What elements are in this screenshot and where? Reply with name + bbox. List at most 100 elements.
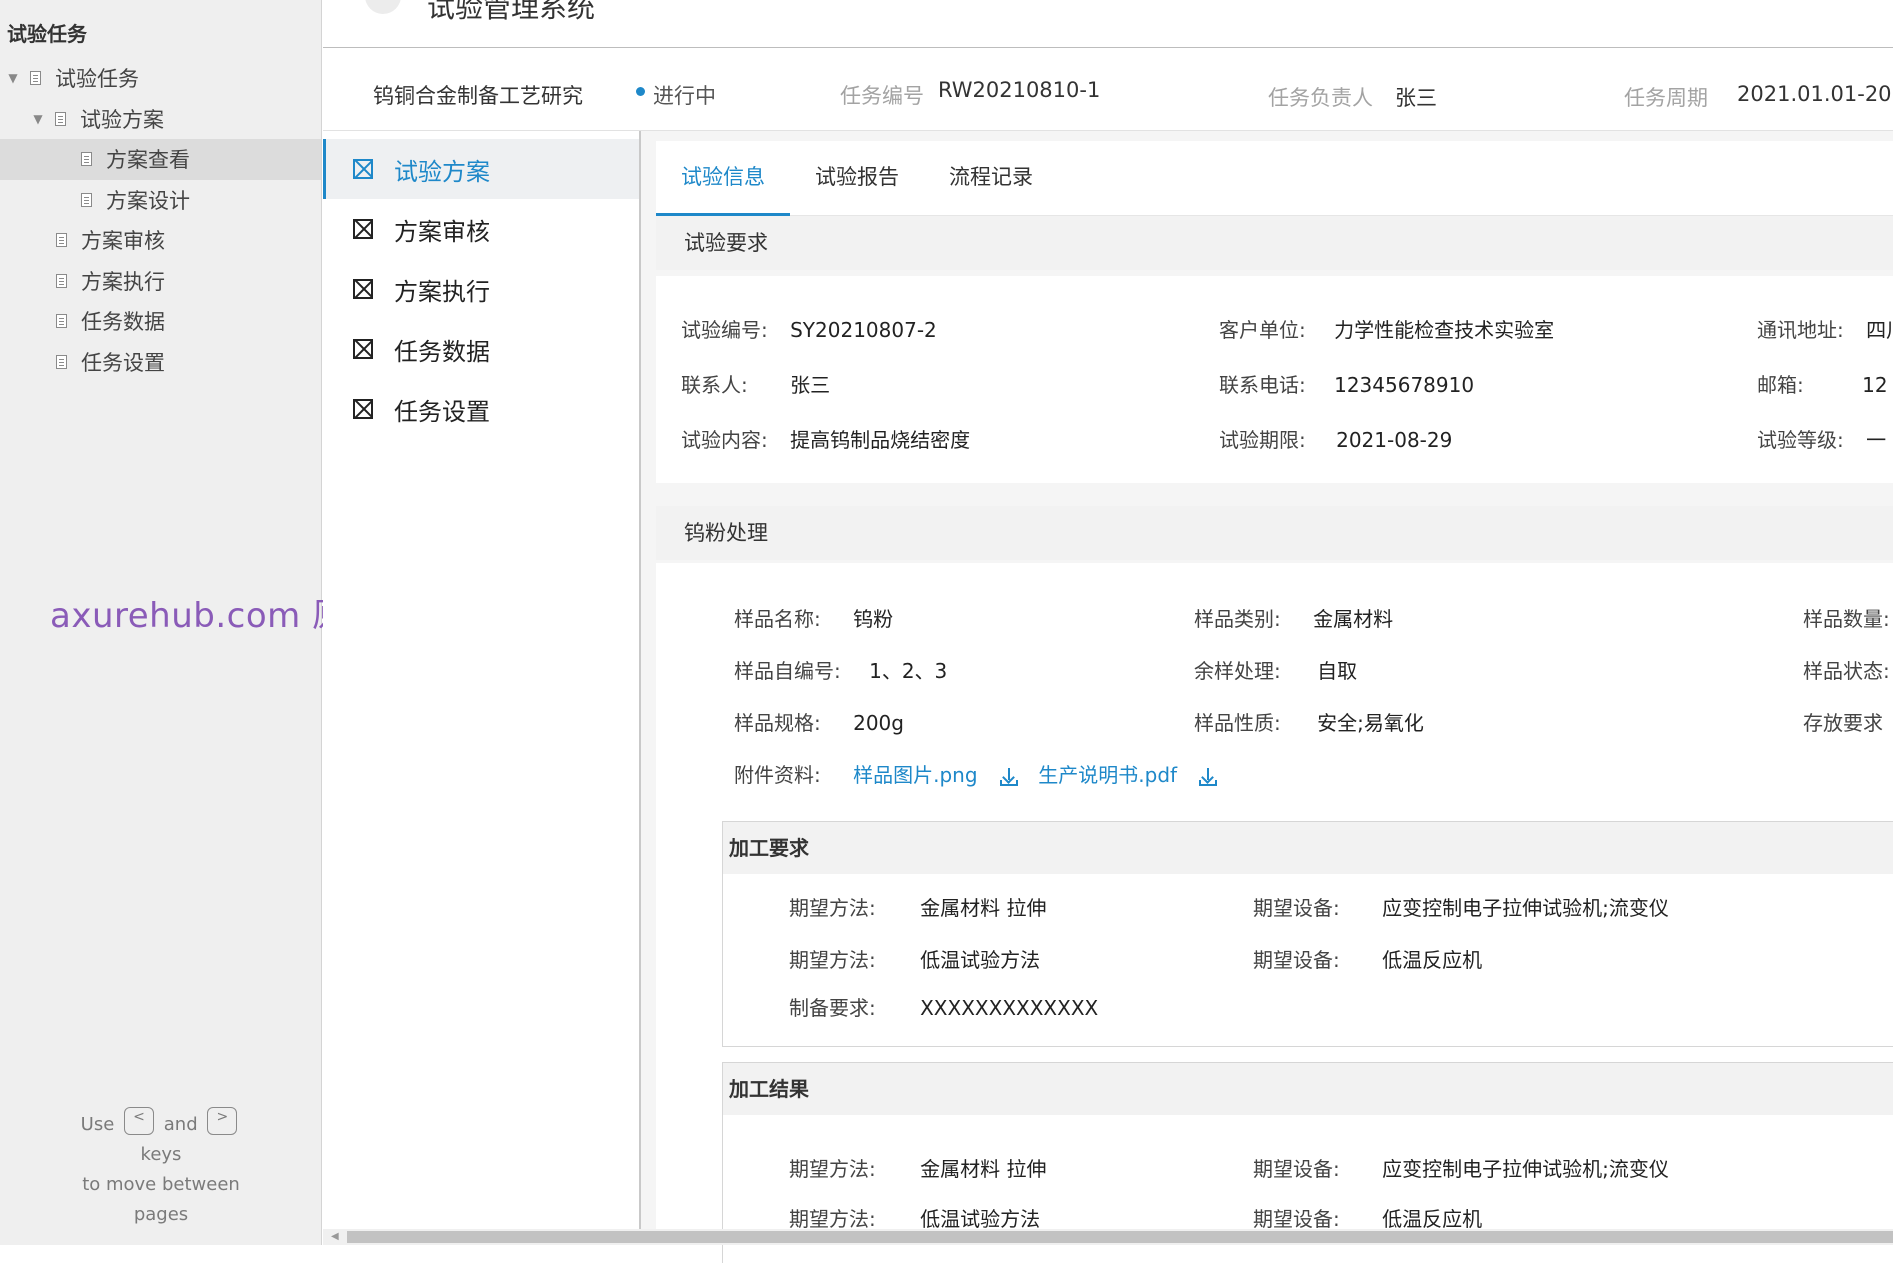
sitemap-item-label: 试验任务 xyxy=(55,67,139,92)
sitemap-item-label: 任务数据 xyxy=(81,310,165,335)
field-method: 期望方法: 低温试验方法 xyxy=(789,948,1041,972)
sitemap-item-label: 方案执行 xyxy=(81,269,165,294)
task-period: 2021.01.01-2021 xyxy=(1737,82,1893,106)
tab-process-log[interactable]: 流程记录 xyxy=(924,141,1058,213)
sitemap-tree: ▼ 试验任务 ▼ 试验方案 方案查看 方案设计 方案审核 方案执行 任务数据 任… xyxy=(0,58,321,382)
sitemap-item-label: 方案设计 xyxy=(106,188,190,213)
tab-bar: 试验信息 试验报告 流程记录 xyxy=(656,141,1893,216)
nav-item-label: 任务设置 xyxy=(394,397,490,426)
field-test-no: 试验编号: SY20210807-2 xyxy=(681,318,937,342)
download-icon[interactable] xyxy=(1199,767,1218,786)
field-grade: 试验等级: 一 xyxy=(1757,428,1887,452)
sitemap-item-plan-design[interactable]: 方案设计 xyxy=(0,180,321,221)
sitemap-item-label: 试验方案 xyxy=(80,107,164,132)
nav-item-review[interactable]: 方案审核 xyxy=(323,199,636,259)
nav-item-label: 任务数据 xyxy=(394,337,490,366)
nav-item-execute[interactable]: 方案执行 xyxy=(323,259,636,319)
sitemap-title: 试验任务 xyxy=(7,22,87,46)
field-remain: 余样处理: 自取 xyxy=(1194,659,1358,683)
field-nature: 样品性质: 安全;易氧化 xyxy=(1194,711,1424,735)
sitemap-item-task-data[interactable]: 任务数据 xyxy=(0,301,321,342)
placeholder-image-icon xyxy=(353,159,373,179)
field-attachments: 附件资料: 样品图片.png 生产说明书.pdf xyxy=(734,759,1218,788)
keyboard-hint: Use < and > keys to move between pages xyxy=(0,1107,322,1230)
field-method: 期望方法: 金属材料 拉伸 xyxy=(789,1157,1047,1181)
task-owner: 张三 xyxy=(1395,86,1437,110)
attachment-link-manual[interactable]: 生产说明书.pdf xyxy=(1038,763,1177,787)
field-device: 期望设备: 低温反应机 xyxy=(1253,1207,1483,1231)
page-icon xyxy=(56,314,67,329)
key-prev-icon: < xyxy=(124,1107,155,1135)
sitemap-item-label: 方案查看 xyxy=(106,148,190,173)
tab-test-info[interactable]: 试验信息 xyxy=(656,141,790,216)
placeholder-image-icon xyxy=(353,219,373,239)
sitemap-item-task[interactable]: ▼ 试验任务 xyxy=(0,58,321,99)
nav-item-label: 方案执行 xyxy=(394,277,490,306)
page-icon xyxy=(55,111,66,126)
page-icon xyxy=(56,354,67,369)
task-number: RW20210810-1 xyxy=(938,78,1101,102)
download-icon[interactable] xyxy=(999,767,1018,786)
caret-down-icon[interactable]: ▼ xyxy=(6,71,20,85)
tab-test-report[interactable]: 试验报告 xyxy=(790,141,924,213)
field-content: 试验内容: 提高钨制品烧结密度 xyxy=(681,428,971,452)
field-spec: 样品规格: 200g xyxy=(734,711,904,735)
field-email: 邮箱: 12 xyxy=(1757,373,1888,397)
field-sample-state: 样品状态: xyxy=(1803,659,1890,683)
attachment-link-image[interactable]: 样品图片.png xyxy=(853,763,977,787)
sitemap-item-plan[interactable]: ▼ 试验方案 xyxy=(0,99,321,140)
nav-item-plan[interactable]: 试验方案 xyxy=(323,139,639,199)
sitemap-item-plan-execute[interactable]: 方案执行 xyxy=(0,261,321,302)
field-method: 期望方法: 金属材料 拉伸 xyxy=(789,896,1047,920)
field-deadline: 试验期限: 2021-08-29 xyxy=(1219,428,1453,452)
sitemap-item-plan-review[interactable]: 方案审核 xyxy=(0,220,321,261)
sitemap-item-task-settings[interactable]: 任务设置 xyxy=(0,342,321,383)
key-next-icon: > xyxy=(207,1107,238,1135)
page-icon xyxy=(81,152,92,167)
scroll-left-icon[interactable]: ◀ xyxy=(331,1231,339,1242)
field-sample-name: 样品名称: 钨粉 xyxy=(734,607,894,631)
placeholder-image-icon xyxy=(353,399,373,419)
requirements-panel: 试验编号: SY20210807-2 客户单位: 力学性能检查技术实验室 通讯地… xyxy=(656,276,1893,483)
page-icon xyxy=(81,192,92,207)
field-contact: 联系人: 张三 xyxy=(681,373,831,397)
page-icon xyxy=(30,71,41,86)
nav-item-label: 试验方案 xyxy=(394,157,490,186)
task-name: 钨铜合金制备工艺研究 xyxy=(373,84,583,108)
logo-icon xyxy=(365,0,401,14)
task-number-label: 任务编号 xyxy=(840,84,924,108)
placeholder-image-icon xyxy=(353,339,373,359)
field-device: 期望设备: 应变控制电子拉伸试验机;流变仪 xyxy=(1253,896,1669,920)
processing-requirements-box: 加工要求 期望方法: 金属材料 拉伸 期望设备: 应变控制电子拉伸试验机;流变仪… xyxy=(722,821,1893,1047)
horizontal-scrollbar[interactable]: ◀ xyxy=(323,1229,1893,1245)
caret-down-icon[interactable]: ▼ xyxy=(31,112,45,126)
page-icon xyxy=(56,273,67,288)
task-owner-label: 任务负责人 xyxy=(1268,86,1373,110)
nav-item-settings[interactable]: 任务设置 xyxy=(323,379,636,439)
task-status: 进行中 xyxy=(653,84,716,108)
subsection-title-processing: 加工要求 xyxy=(723,822,1893,874)
hint-text: pages xyxy=(133,1204,189,1225)
task-period-label: 任务周期 xyxy=(1624,86,1708,110)
sitemap-item-plan-view[interactable]: 方案查看 xyxy=(0,139,321,180)
scrollbar-thumb[interactable] xyxy=(347,1231,1893,1243)
subsection-title-result: 加工结果 xyxy=(723,1063,1893,1115)
field-sample-no: 样品自编号: 1、2、3 xyxy=(734,659,948,683)
nav-item-data[interactable]: 任务数据 xyxy=(323,319,636,379)
field-device: 期望设备: 应变控制电子拉伸试验机;流变仪 xyxy=(1253,1157,1669,1181)
hint-text: to move between xyxy=(82,1174,240,1195)
section-title-requirements: 试验要求 xyxy=(656,216,1893,270)
hint-text: Use xyxy=(80,1114,115,1135)
field-prep: 制备要求: XXXXXXXXXXXXX xyxy=(789,996,1099,1020)
nav-panel: 试验方案 方案审核 方案执行 任务数据 任务设置 xyxy=(323,131,641,1245)
hint-text: and xyxy=(163,1114,198,1135)
field-sample-type: 样品类别: 金属材料 xyxy=(1194,607,1394,631)
field-method: 期望方法: 低温试验方法 xyxy=(789,1207,1041,1231)
task-info-bar: 钨铜合金制备工艺研究 进行中 任务编号 RW20210810-1 任务负责人 张… xyxy=(323,48,1893,131)
app-header: 试验管理系统 xyxy=(323,0,1893,48)
main-content: 试验信息 试验报告 流程记录 试验要求 试验编号: SY20210807-2 客… xyxy=(641,131,1893,1263)
nav-item-label: 方案审核 xyxy=(394,217,490,246)
page-icon xyxy=(56,233,67,248)
field-phone: 联系电话: 12345678910 xyxy=(1219,373,1475,397)
powder-panel: 样品名称: 钨粉 样品类别: 金属材料 样品数量: 样品自编号: 1、2、3 余… xyxy=(656,563,1893,1263)
